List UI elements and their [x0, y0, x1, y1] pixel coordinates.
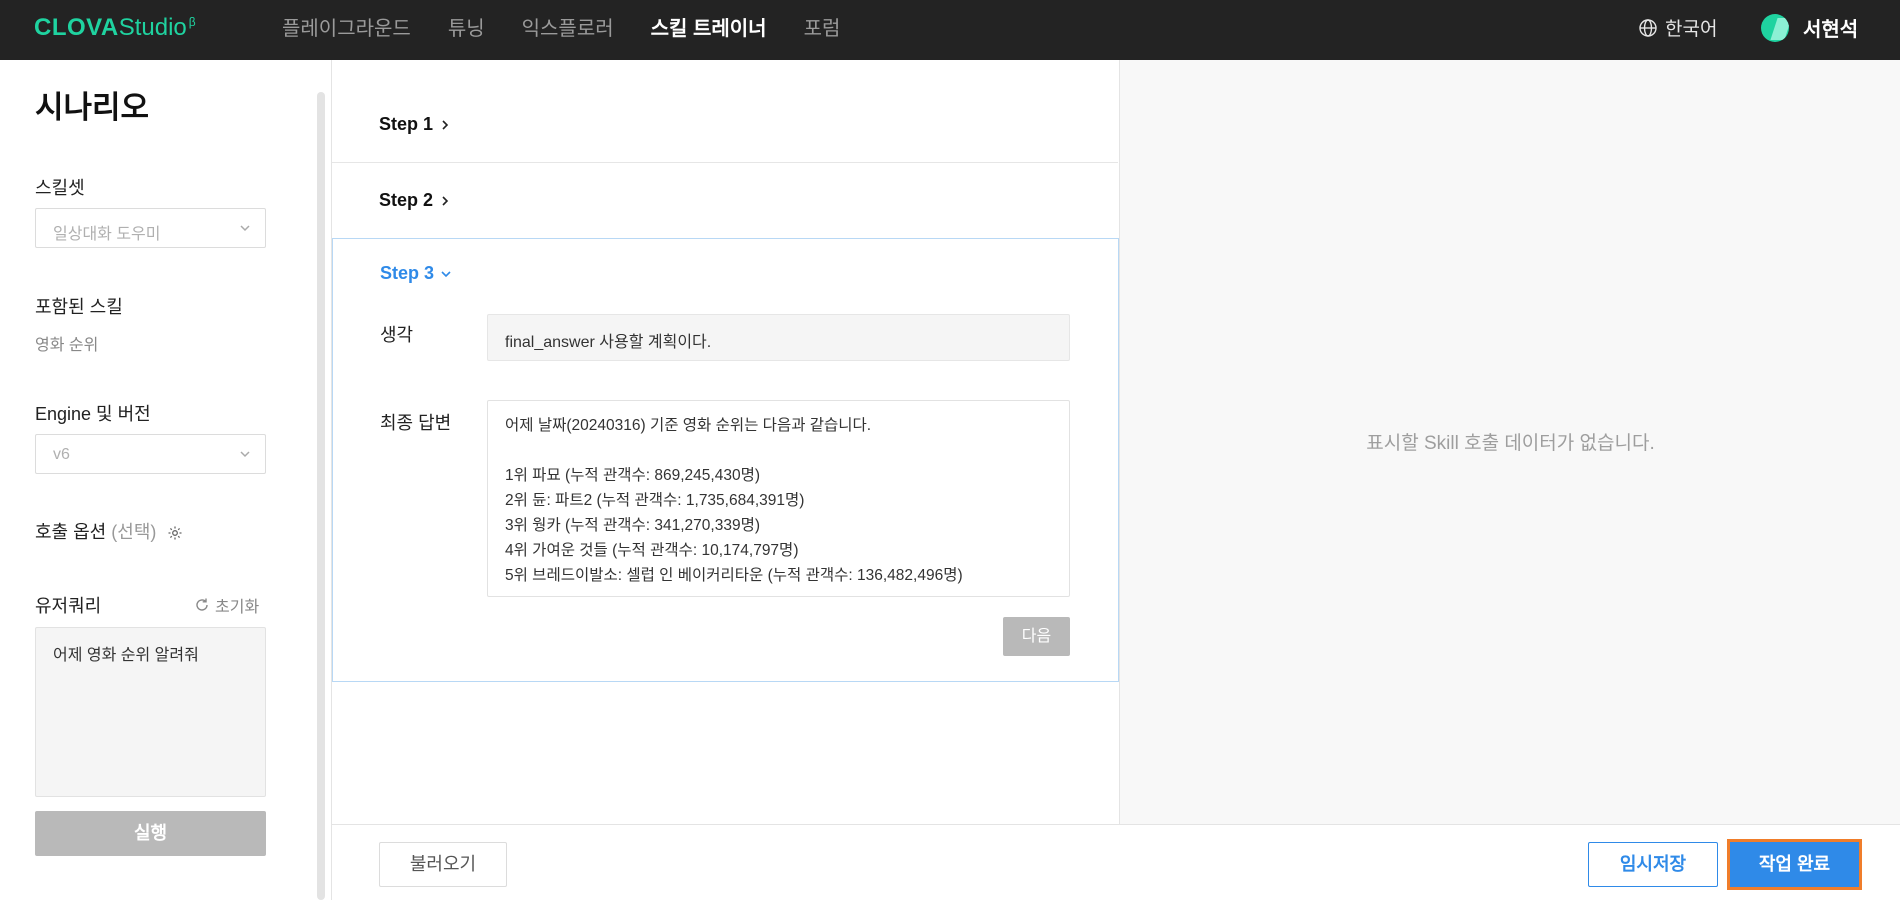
chevron-right-icon: [442, 195, 449, 206]
steps-panel: Step 1 Step 2 Step 3 생각 final_answer 사용할…: [332, 60, 1119, 824]
answer-line: 2위 듄: 파트2 (누적 관객수: 1,735,684,391명): [505, 492, 805, 509]
call-option-text: 호출 옵션: [35, 522, 107, 542]
user-name: 서현석: [1803, 19, 1859, 41]
avatar: [1761, 13, 1789, 42]
top-navigation-bar: CLOVAStudio β 플레이그라운드 튜닝 익스플로러 스킬 트레이너 포럼…: [0, 0, 1900, 60]
call-option-label: 호출 옵션 (선택): [35, 518, 183, 544]
step-3-panel: Step 3 생각 final_answer 사용할 계획이다. 최종 답변 어…: [332, 238, 1119, 682]
thought-label: 생각: [380, 325, 414, 345]
step-3-toggle[interactable]: Step 3: [380, 263, 452, 284]
included-skill-value: 영화 순위: [35, 337, 99, 354]
reset-label: 초기화: [215, 599, 260, 616]
step-2-toggle[interactable]: Step 2: [379, 190, 449, 211]
nav-skill-trainer[interactable]: 스킬 트레이너: [651, 12, 767, 41]
chevron-down-icon: [441, 270, 451, 277]
included-skill-label: 포함된 스킬: [35, 297, 123, 317]
step-1-row: Step 1: [332, 60, 1118, 163]
globe-icon: [1639, 18, 1657, 37]
nav-explorer[interactable]: 익스플로러: [522, 12, 614, 41]
reset-button[interactable]: 초기화: [194, 593, 259, 617]
step-3-label: Step 3: [380, 263, 435, 283]
chevron-right-icon: [442, 119, 449, 130]
complete-button[interactable]: 작업 완료: [1727, 839, 1862, 890]
skillset-select[interactable]: 일상대화 도우미: [35, 208, 266, 248]
chevron-down-icon: [240, 225, 250, 232]
language-selector[interactable]: 한국어: [1638, 14, 1717, 41]
temp-save-button[interactable]: 임시저장: [1588, 842, 1718, 887]
nav-playground[interactable]: 플레이그라운드: [282, 12, 411, 41]
run-button[interactable]: 실행: [35, 811, 266, 856]
next-button[interactable]: 다음: [1003, 617, 1070, 656]
answer-line: 3위 웡카 (누적 관객수: 341,270,339명): [505, 517, 761, 534]
engine-version-label: Engine 및 버전: [35, 404, 151, 424]
gear-icon[interactable]: [167, 525, 183, 541]
empty-state-message: 표시할 Skill 호출 데이터가 없습니다.: [1366, 433, 1655, 454]
step-2-label: Step 2: [379, 190, 434, 210]
main-nav: 플레이그라운드 튜닝 익스플로러 스킬 트레이너 포럼: [282, 12, 877, 41]
load-button[interactable]: 불러오기: [379, 842, 507, 887]
engine-version-select[interactable]: v6: [35, 434, 266, 474]
skillset-selected-value: 일상대화 도우미: [53, 226, 161, 243]
sidebar-title: 시나리오: [35, 90, 150, 125]
step-1-label: Step 1: [379, 114, 434, 134]
nav-tuning[interactable]: 튜닝: [448, 12, 485, 41]
bottom-action-bar: 불러오기 임시저장 작업 완료: [332, 824, 1900, 900]
refresh-icon: [196, 598, 208, 611]
logo-clova-text: CLOVA: [34, 14, 119, 41]
nav-forum[interactable]: 포럼: [804, 12, 841, 41]
thought-field[interactable]: final_answer 사용할 계획이다.: [487, 314, 1070, 361]
clova-studio-logo[interactable]: CLOVAStudio β: [34, 14, 196, 42]
step-2-row: Step 2: [332, 163, 1118, 239]
answer-line: 4위 가여운 것들 (누적 관객수: 10,174,797명): [505, 542, 799, 559]
call-option-optional: (선택): [111, 522, 157, 542]
answer-line: [505, 438, 1052, 463]
user-query-label: 유저쿼리: [35, 596, 102, 616]
logo-beta-mark: β: [188, 15, 196, 29]
step-1-toggle[interactable]: Step 1: [379, 114, 449, 135]
logo-studio-text: Studio: [118, 14, 187, 41]
final-answer-field[interactable]: 어제 날짜(20240316) 기준 영화 순위는 다음과 같습니다. 1위 파…: [487, 400, 1070, 597]
answer-line: 어제 날짜(20240316) 기준 영화 순위는 다음과 같습니다.: [505, 417, 872, 434]
engine-version-selected-value: v6: [53, 446, 70, 463]
skill-call-data-panel: 표시할 Skill 호출 데이터가 없습니다.: [1119, 60, 1900, 824]
user-query-input[interactable]: 어제 영화 순위 알려줘: [35, 627, 266, 797]
sidebar-scrollbar[interactable]: [317, 92, 325, 900]
scenario-sidebar: 시나리오 스킬셋 일상대화 도우미 포함된 스킬 영화 순위 Engine 및 …: [0, 60, 330, 900]
language-label: 한국어: [1665, 19, 1718, 40]
final-answer-label: 최종 답변: [380, 413, 452, 433]
answer-line: 5위 브레드이발소: 셀럽 인 베이커리타운 (누적 관객수: 136,482,…: [505, 567, 963, 584]
skillset-label: 스킬셋: [35, 178, 85, 198]
user-menu[interactable]: 서현석: [1761, 13, 1858, 42]
answer-line: 1위 파묘 (누적 관객수: 869,245,430명): [505, 467, 761, 484]
chevron-down-icon: [240, 451, 250, 458]
